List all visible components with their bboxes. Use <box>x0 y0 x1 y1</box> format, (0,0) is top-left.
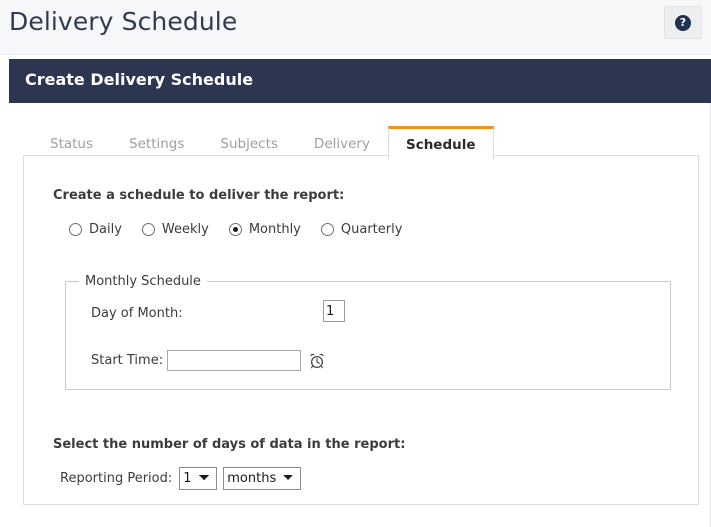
day-of-month-row: Day of Month: <box>91 306 183 321</box>
page-title: Delivery Schedule <box>9 7 238 36</box>
reporting-period-row: Reporting Period: 123456789101112 dayswe… <box>60 467 302 490</box>
top-bar: Delivery Schedule ? <box>0 0 711 55</box>
schedule-tab-panel: Create a schedule to deliver the report:… <box>23 155 699 505</box>
reporting-prompt-label: Select the number of days of data in the… <box>53 437 406 452</box>
reporting-period-count-select[interactable]: 123456789101112 <box>179 467 218 490</box>
radio-indicator-monthly[interactable] <box>228 223 242 236</box>
radio-option-monthly[interactable]: Monthly <box>228 222 301 237</box>
monthly-schedule-legend: Monthly Schedule <box>79 274 207 289</box>
day-of-month-input[interactable] <box>323 300 345 322</box>
radio-option-weekly[interactable]: Weekly <box>141 222 209 237</box>
form-header-title: Create Delivery Schedule <box>25 70 254 89</box>
radio-indicator-quarterly[interactable] <box>320 223 334 236</box>
radio-indicator-weekly[interactable] <box>141 223 155 236</box>
radio-label-monthly: Monthly <box>248 222 301 237</box>
day-of-month-label: Day of Month: <box>91 306 183 321</box>
radio-indicator-daily[interactable] <box>69 223 82 236</box>
help-button[interactable]: ? <box>664 6 702 39</box>
start-time-input[interactable] <box>167 350 302 371</box>
tab-bar: Status Settings Subjects Delivery Schedu… <box>32 123 494 160</box>
radio-label-quarterly: Quarterly <box>340 222 403 237</box>
tab-schedule[interactable]: Schedule <box>387 126 494 160</box>
radio-label-weekly: Weekly <box>161 222 209 237</box>
form-header-bar: Create Delivery Schedule <box>9 59 711 103</box>
reporting-period-unit-select[interactable]: daysweeksmonthsyears <box>223 467 302 490</box>
question-circle-icon: ? <box>675 14 691 31</box>
monthly-schedule-fieldset: Monthly Schedule Day of Month: Start Tim… <box>65 274 671 390</box>
radio-label-daily: Daily <box>89 222 122 237</box>
schedule-prompt-label: Create a schedule to deliver the report: <box>53 188 345 203</box>
radio-option-quarterly[interactable]: Quarterly <box>320 222 403 237</box>
start-time-row: Start Time: <box>91 350 325 371</box>
reporting-period-label: Reporting Period: <box>60 471 173 486</box>
start-time-label: Start Time: <box>91 353 164 368</box>
frequency-radio-group: Daily Weekly Monthly Quarterly <box>69 222 422 237</box>
radio-option-daily[interactable]: Daily <box>69 222 122 237</box>
alarm-clock-icon[interactable] <box>308 351 325 370</box>
form-panel: Status Settings Subjects Delivery Schedu… <box>9 103 711 527</box>
app-root: Delivery Schedule ? Create Delivery Sche… <box>0 0 711 527</box>
